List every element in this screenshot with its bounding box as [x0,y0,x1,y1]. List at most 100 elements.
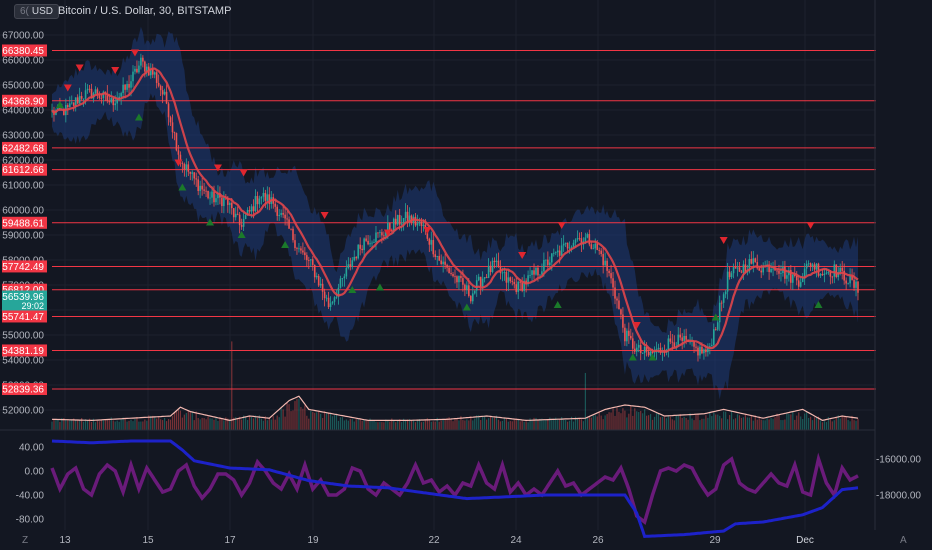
volume-bar [636,411,638,430]
oscillator-left-tick: 40.00 [19,443,44,454]
volume-bar [713,412,715,430]
volume-bar [640,410,642,430]
volume-bar [685,418,687,430]
candle-body [740,271,743,273]
candle-body [309,259,312,261]
volume-bar [728,415,731,430]
volume-bar [472,420,474,430]
volume-bar [373,420,375,430]
candle-body [298,248,300,250]
volume-bar [215,417,217,430]
volume-bar [327,412,330,430]
volume-bar [839,418,841,430]
volume-bar [673,420,675,430]
volume-bar [207,416,209,430]
candle-body [533,270,535,275]
volume-bar [345,419,347,430]
candle-body [734,267,737,269]
volume-bar [647,415,650,430]
volume-bar [638,412,640,430]
candle-body [475,280,478,291]
candle-body [835,264,838,278]
volume-bar [171,416,174,430]
candle-body [280,212,282,215]
volume-bar [118,421,120,430]
candle-body [833,264,836,277]
candle-body [681,337,683,341]
volume-bar [800,416,802,430]
volume-bar [106,419,108,430]
candle-body [422,224,425,226]
volume-bar [59,421,61,430]
volume-bar [296,398,298,430]
candle-body [264,192,267,201]
chart-canvas[interactable]: 67000.0066000.0065000.0064000.0063000.00… [0,0,932,550]
currency-label: USD [31,6,54,17]
volume-bar [499,421,502,430]
candle-body [420,221,423,226]
candle-body [250,206,253,212]
candle-body [819,274,822,276]
candle-body [566,242,569,249]
volume-bar [598,411,600,430]
candle-body [732,267,735,274]
candle-body [244,215,247,220]
volume-bar [57,418,59,430]
candle-body [317,275,320,286]
auto-scale-button[interactable]: A [900,535,907,546]
candle-body [633,348,636,352]
candle-body [383,235,385,237]
candle-body [507,277,510,283]
volume-bar [438,421,440,430]
volume-bar [401,422,403,430]
volume-bar [146,420,148,430]
candle-body [509,277,512,282]
volume-bar [67,419,69,430]
candle-body [213,191,215,203]
volume-bar [825,422,827,430]
volume-bar [608,412,610,430]
volume-bar [458,420,460,430]
candle-body [823,273,826,276]
volume-bar [108,418,110,430]
candle-body [503,272,506,273]
volume-bar [857,418,859,430]
candle-body [288,219,290,229]
candle-body [641,352,644,354]
candle-body [278,214,280,216]
volume-bar [831,421,833,430]
volume-bar [397,420,399,430]
zoom-button[interactable]: Z [22,535,28,546]
volume-bar [325,413,328,430]
volume-bar [833,420,835,430]
candle-body [701,346,703,354]
volume-bar [622,408,624,430]
candle-body [705,349,707,353]
currency-prefix: 6( [20,6,29,17]
candle-body [669,338,672,342]
candle-body [683,335,685,341]
volume-bar [784,419,786,430]
candle-body [357,244,360,259]
candle-body [578,238,581,239]
candle-body [252,206,255,212]
candle-body [549,262,551,266]
volume-bar [705,415,707,430]
candle-body [100,98,103,99]
volume-bar [819,420,822,430]
candle-body [809,263,812,267]
candle-body [821,274,824,276]
currency-button[interactable]: 6(USD [14,4,60,19]
volume-bar [855,420,857,430]
volume-bar [476,415,478,430]
candle-body [365,238,367,241]
candle-body [140,57,142,66]
candle-body [134,68,136,72]
volume-bar [154,416,156,430]
volume-bar [721,418,723,430]
volume-bar [322,418,324,430]
volume-bar [452,421,454,430]
candle-body [191,172,194,174]
volume-bar [742,417,745,430]
candle-body [643,346,646,353]
